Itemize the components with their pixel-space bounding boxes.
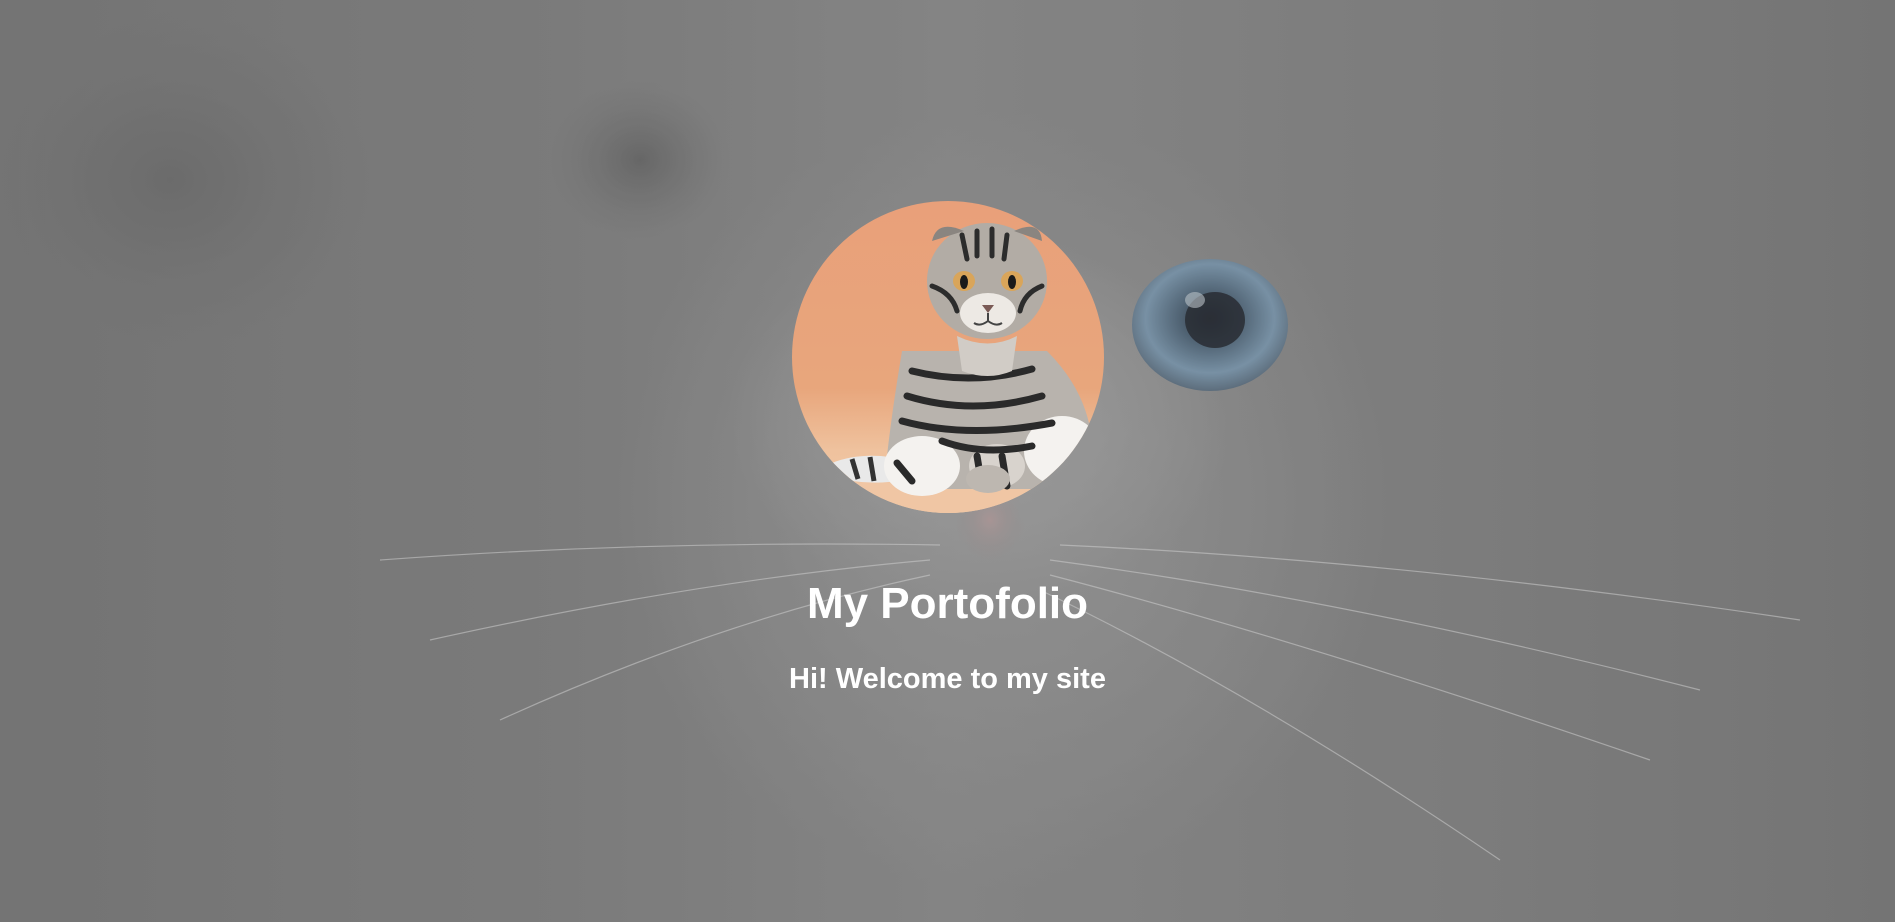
hero-content: My Portofolio Hi! Welcome to my site: [0, 0, 1895, 922]
cat-avatar-image: [792, 201, 1104, 513]
welcome-subtitle: Hi! Welcome to my site: [789, 663, 1106, 695]
avatar: [792, 201, 1104, 513]
page-title: My Portofolio: [806, 579, 1089, 628]
hero-section: My Portofolio Hi! Welcome to my site: [0, 0, 1895, 922]
